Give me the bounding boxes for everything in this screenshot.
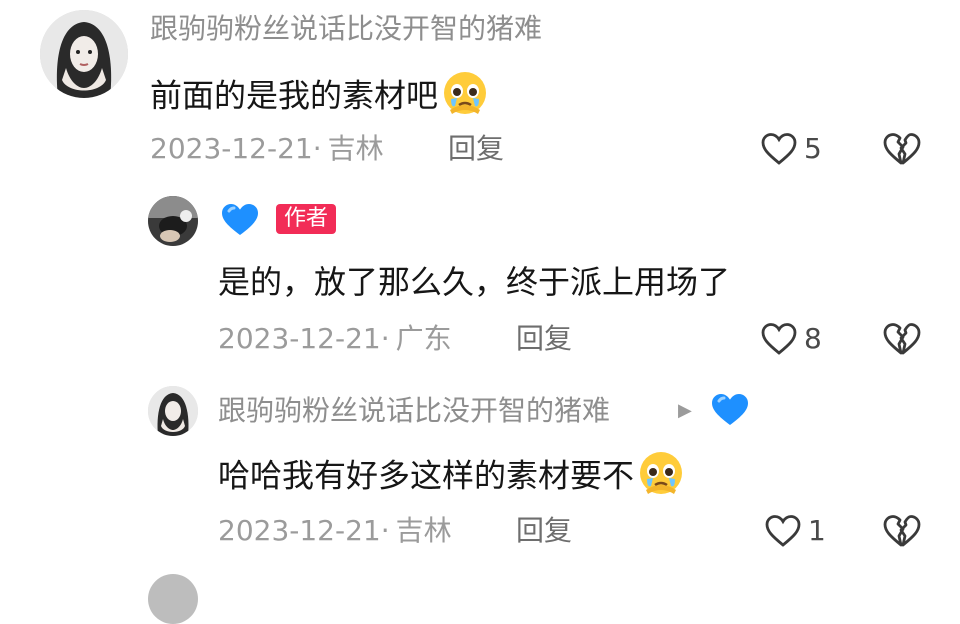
dislike-button[interactable]	[882, 322, 922, 362]
comment-location: 吉林	[327, 132, 384, 165]
comment-text: 是的，放了那么久，终于派上用场了	[218, 263, 731, 301]
like-count: 1	[808, 514, 826, 547]
comment-date: 2023-12-21·	[218, 322, 390, 355]
blue-heart-emoji	[710, 392, 750, 432]
like-count: 8	[804, 322, 822, 355]
pleading-face-emoji	[442, 70, 488, 125]
comment-location: 吉林	[395, 514, 452, 547]
heart-outline-icon	[761, 323, 797, 355]
blue-heart-emoji	[220, 202, 260, 242]
username[interactable]: 跟驹驹粉丝说话比没开智的猪难	[150, 12, 542, 46]
comment-meta: 2023-12-21· 吉林	[150, 132, 384, 166]
avatar-image	[148, 386, 198, 436]
comment-text-content: 哈哈我有好多这样的素材要不	[218, 456, 635, 495]
heart-outline-icon	[765, 515, 801, 547]
comment-location: 广东	[395, 322, 452, 355]
broken-heart-icon	[883, 323, 921, 355]
like-button[interactable]: 5	[760, 132, 822, 166]
avatar[interactable]	[40, 10, 128, 98]
comment-date: 2023-12-21·	[218, 514, 390, 547]
avatar[interactable]	[148, 386, 198, 436]
broken-heart-icon	[883, 133, 921, 165]
dislike-button[interactable]	[882, 514, 922, 554]
comment-meta: 2023-12-21· 广东	[218, 322, 452, 356]
author-badge: 作者	[276, 204, 337, 234]
reply-button[interactable]: 回复	[516, 514, 572, 548]
comment-text-content: 前面的是我的素材吧	[150, 76, 439, 115]
reply-button[interactable]: 回复	[448, 132, 504, 166]
comment-text: 前面的是我的素材吧	[150, 70, 488, 125]
avatar-image	[148, 196, 198, 246]
dislike-button[interactable]	[882, 132, 922, 172]
comment-date: 2023-12-21·	[150, 132, 322, 165]
reply-button[interactable]: 回复	[516, 322, 572, 356]
pleading-face-emoji	[638, 450, 684, 505]
like-button[interactable]: 1	[764, 514, 826, 548]
broken-heart-icon	[883, 515, 921, 547]
heart-outline-icon	[761, 133, 797, 165]
reply-arrow-icon: ▶	[678, 400, 692, 421]
comment-text: 哈哈我有好多这样的素材要不	[218, 450, 684, 505]
comment-meta: 2023-12-21· 吉林	[218, 514, 452, 548]
like-count: 5	[804, 132, 822, 165]
avatar[interactable]	[148, 196, 198, 246]
like-button[interactable]: 8	[760, 322, 822, 356]
username[interactable]: 跟驹驹粉丝说话比没开智的猪难	[218, 394, 610, 428]
avatar-image	[40, 10, 128, 98]
